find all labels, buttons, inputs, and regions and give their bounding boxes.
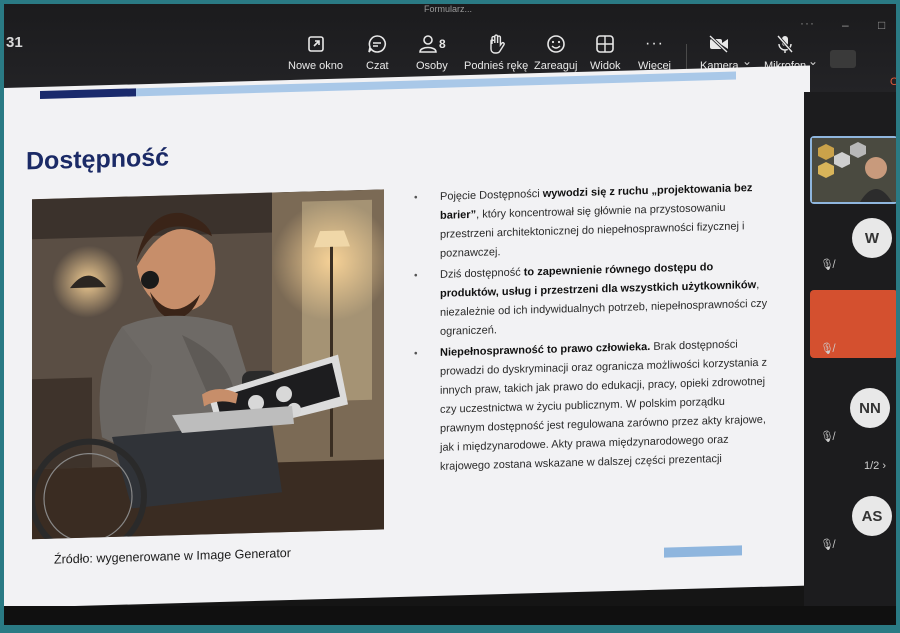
- bullet-text: Dziś dostępność: [440, 266, 524, 281]
- participants-panel: W 🎙︎̸ 🎙︎̸ NN 🎙︎̸ AS 🎙︎̸: [804, 92, 896, 612]
- bullet-text: , który koncentrował się głównie na przy…: [440, 201, 745, 260]
- bullet-item: Niepełnosprawność to prawo człowieka. Br…: [412, 335, 772, 478]
- slide-bullet-list: Pojęcie Dostępności wywodzi się z ruchu …: [412, 179, 772, 480]
- chevron-right-icon[interactable]: ›: [882, 460, 886, 472]
- pop-out-icon: [307, 32, 325, 56]
- minimize-icon[interactable]: –: [842, 18, 849, 32]
- avatar: AS: [852, 496, 892, 536]
- teams-window: 31 Formularz... ··· – □ Nowe okno Czat 8…: [4, 4, 896, 629]
- avatar: W: [852, 218, 892, 258]
- more-button[interactable]: ··· Więcej: [638, 32, 671, 72]
- participant-video-tile[interactable]: [810, 136, 896, 204]
- mic-muted-icon: 🎙︎̸: [820, 343, 834, 355]
- camera-options-chevron-icon[interactable]: ⌄: [742, 54, 752, 68]
- chat-label: Czat: [366, 60, 389, 72]
- shared-screen: Dostępność • Pojęcie Dostępności wywodzi…: [4, 65, 810, 608]
- share-button[interactable]: [830, 50, 856, 68]
- avatar: NN: [850, 388, 890, 428]
- participant-video: [812, 138, 896, 202]
- slide-footer-accent: [664, 545, 742, 558]
- grid-view-icon: [595, 32, 615, 56]
- react-button[interactable]: Zareaguj: [534, 32, 577, 72]
- mic-muted-icon: 🎙︎̸: [820, 431, 834, 443]
- slide-accent-bar: [40, 88, 136, 99]
- screen-bezel: [0, 625, 900, 633]
- raise-hand-label: Podnieś rękę: [464, 60, 529, 72]
- people-icon: 8: [418, 32, 446, 56]
- slide-title: Dostępność: [26, 143, 170, 176]
- participant-tile-active[interactable]: 🎙︎̸: [810, 290, 896, 358]
- camera-off-icon: [708, 32, 730, 56]
- mic-off-icon: [776, 32, 794, 56]
- participant-tile[interactable]: NN 🎙︎̸: [810, 382, 896, 450]
- new-window-button[interactable]: Nowe okno: [288, 32, 343, 72]
- people-count: 8: [439, 37, 446, 51]
- view-button[interactable]: Widok: [590, 32, 621, 72]
- slide-photo: [32, 189, 384, 540]
- image-source-caption: Źródło: wygenerowane w Image Generator: [54, 545, 291, 567]
- mic-muted-icon: 🎙︎̸: [820, 539, 834, 551]
- bullet-text: Pojęcie Dostępności: [440, 187, 543, 203]
- window-menu-icon[interactable]: ···: [800, 16, 815, 30]
- raise-hand-button[interactable]: Podnieś rękę: [464, 32, 528, 72]
- bullet-text: Brak dostępności prowadzi do dyskryminac…: [440, 338, 768, 473]
- camera-button[interactable]: Kamera: [700, 32, 739, 72]
- bullet-item: Dziś dostępność to zapewnienie równego d…: [412, 257, 772, 343]
- hand-icon: [487, 32, 505, 56]
- mic-muted-icon: 🎙︎̸: [820, 259, 834, 271]
- chat-icon: [367, 32, 387, 56]
- chat-button[interactable]: Czat: [366, 32, 389, 72]
- bullet-bold-text: Niepełnosprawność to prawo człowieka.: [440, 340, 651, 359]
- people-label: Osoby: [416, 60, 448, 72]
- smiley-icon: [546, 32, 566, 56]
- bullet-item: Pojęcie Dostępności wywodzi się z ruchu …: [412, 179, 772, 265]
- wheelchair-user-illustration: [32, 189, 384, 540]
- maximize-icon[interactable]: □: [878, 18, 885, 32]
- pager-text: 1/2: [864, 460, 880, 472]
- participants-pager[interactable]: 1/2 ›: [864, 460, 886, 472]
- meeting-timer: 31: [6, 34, 23, 51]
- react-label: Zareaguj: [534, 60, 578, 72]
- window-title: Formularz...: [424, 4, 473, 14]
- participant-tile[interactable]: W 🎙︎̸: [810, 210, 896, 278]
- new-window-label: Nowe okno: [288, 60, 344, 72]
- people-button[interactable]: 8 Osoby: [416, 32, 448, 72]
- leave-button[interactable]: O: [890, 76, 896, 88]
- more-dots-icon: ···: [645, 35, 664, 52]
- participant-tile[interactable]: AS 🎙︎̸: [810, 488, 896, 556]
